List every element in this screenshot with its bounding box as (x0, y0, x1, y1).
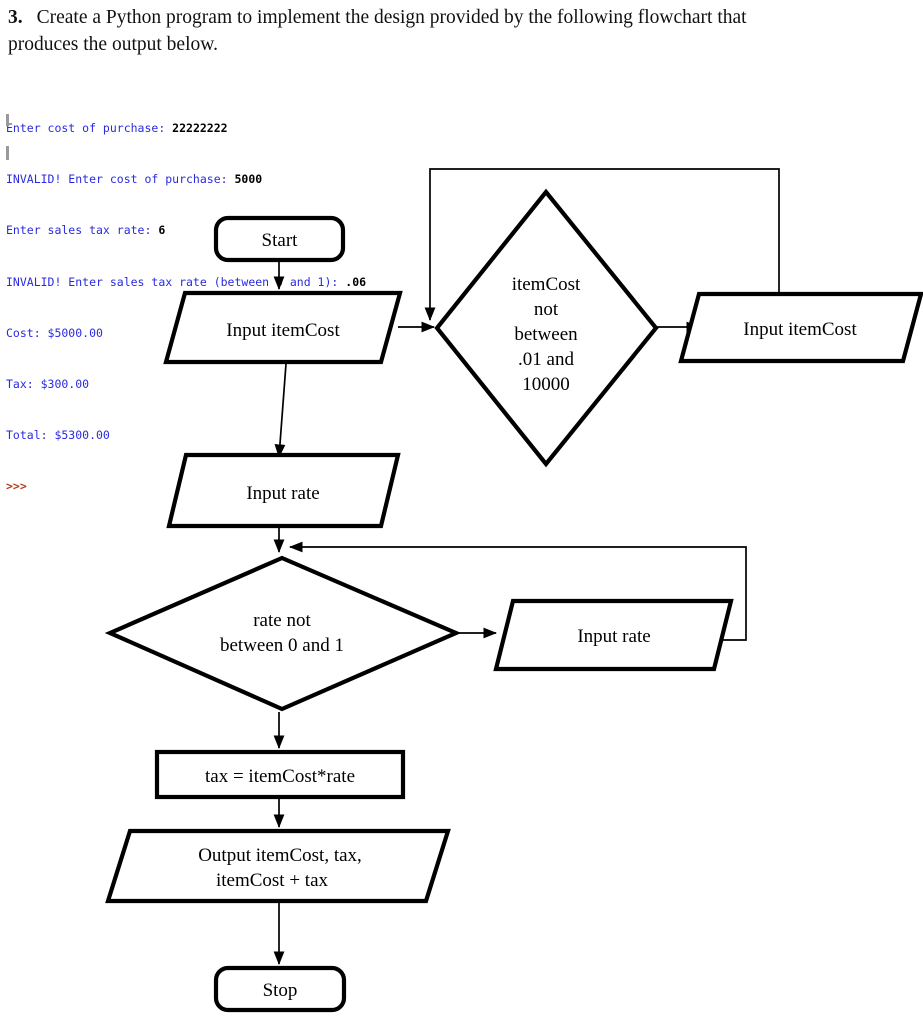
node-stop[interactable]: Stop (213, 965, 347, 1013)
node-decision-itemcost-line-5: 10000 (522, 374, 570, 395)
node-output-results-line-2: itemCost + tax (216, 870, 329, 891)
node-input-rate-1[interactable]: Input rate (166, 452, 401, 529)
node-decision-itemcost-line-1: itemCost (512, 274, 581, 295)
node-input-itemcost-1-label: Input itemCost (226, 320, 340, 341)
node-input-itemcost-2[interactable]: Input itemCost (678, 291, 923, 364)
node-output-results-line-1: Output itemCost, tax, (198, 845, 362, 866)
node-start-label: Start (262, 230, 299, 251)
connector-inputitemcost-to-inputrate (274, 363, 287, 459)
node-decision-itemcost-line-2: not (534, 299, 559, 320)
node-tax-process[interactable]: tax = itemCost*rate (154, 749, 406, 800)
node-decision-rate[interactable]: rate not between 0 and 1 (104, 555, 462, 712)
node-stop-label: Stop (263, 980, 298, 1001)
node-tax-process-label: tax = itemCost*rate (205, 766, 355, 787)
flowchart-diagram: Start Input itemCost itemCost not betwee… (104, 168, 923, 1013)
node-decision-itemcost[interactable]: itemCost not between .01 and 10000 (434, 188, 659, 468)
node-start[interactable]: Start (213, 215, 346, 263)
node-input-itemcost-2-label: Input itemCost (743, 319, 857, 340)
node-decision-itemcost-line-4: .01 and (518, 349, 574, 370)
node-decision-rate-line-2: between 0 and 1 (220, 635, 344, 656)
node-decision-itemcost-line-3: between (514, 324, 578, 345)
node-input-rate-1-label: Input rate (246, 483, 319, 504)
node-output-results[interactable]: Output itemCost, tax, itemCost + tax (105, 828, 451, 904)
node-input-rate-2-label: Input rate (577, 626, 650, 647)
node-input-rate-2[interactable]: Input rate (493, 598, 734, 672)
node-input-itemcost-1[interactable]: Input itemCost (163, 290, 403, 365)
node-decision-rate-line-1: rate not (253, 610, 311, 631)
